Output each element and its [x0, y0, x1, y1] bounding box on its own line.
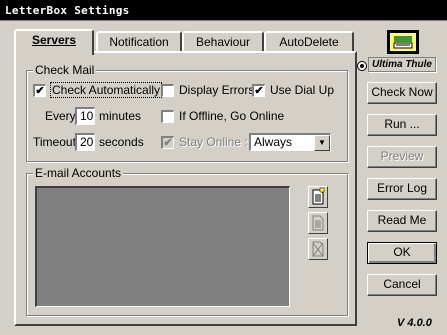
if-offline-label[interactable]: If Offline, Go Online	[179, 109, 284, 123]
check-mail-group: Check Mail ✔ Check Automatically Display…	[26, 63, 348, 162]
email-accounts-list[interactable]	[35, 186, 290, 307]
chevron-down-icon[interactable]: ▼	[314, 135, 330, 151]
stay-online-label: Stay Online :	[179, 135, 248, 149]
letterbox-logo-icon	[386, 29, 420, 55]
run-button[interactable]: Run ...	[367, 114, 437, 136]
minutes-label: minutes	[99, 109, 142, 123]
title-bar[interactable]: LetterBox Settings	[0, 0, 447, 21]
ok-button[interactable]: OK	[367, 242, 437, 264]
tab-servers[interactable]: Servers	[14, 29, 94, 55]
delete-account-icon	[312, 241, 324, 257]
cancel-button[interactable]: Cancel	[367, 274, 437, 296]
delete-account-button[interactable]	[308, 238, 328, 260]
preview-button[interactable]: Preview	[367, 146, 437, 168]
tab-behaviour[interactable]: Behaviour	[182, 31, 264, 53]
every-interval-input[interactable]: 10	[75, 107, 95, 125]
error-log-button[interactable]: Error Log	[367, 178, 437, 200]
stay-online-select-value: Always	[254, 135, 293, 149]
new-account-icon	[312, 187, 325, 205]
stay-online-select[interactable]: Always ▼	[249, 133, 331, 151]
use-dial-up-label[interactable]: Use Dial Up	[270, 83, 334, 97]
tab-autodelete[interactable]: AutoDelete	[264, 31, 354, 53]
new-account-button[interactable]	[308, 186, 328, 208]
check-automatically-checkbox[interactable]: ✔	[33, 84, 46, 97]
ultima-thule-radio-icon	[356, 60, 368, 72]
timeout-input[interactable]: 20	[75, 133, 95, 151]
read-me-button[interactable]: Read Me	[367, 210, 437, 232]
every-label: Every	[45, 109, 76, 123]
tab-servers-label: Servers	[31, 33, 77, 47]
tab-notification[interactable]: Notification	[96, 31, 182, 53]
seconds-label: seconds	[99, 135, 144, 149]
email-accounts-group: E-mail Accounts	[26, 166, 348, 316]
window-title: LetterBox Settings	[5, 4, 130, 17]
version-label: V 4.0.0	[397, 317, 432, 329]
tab-notification-label: Notification	[109, 35, 169, 49]
tab-behaviour-label: Behaviour	[195, 35, 251, 49]
tab-autodelete-label: AutoDelete	[279, 35, 339, 49]
check-automatically-label[interactable]: Check Automatically	[49, 82, 163, 98]
display-errors-label[interactable]: Display Errors	[179, 83, 254, 97]
stay-online-checkbox[interactable]: ✔	[161, 136, 174, 149]
edit-account-button[interactable]	[308, 212, 328, 234]
edit-account-icon	[312, 215, 324, 231]
email-accounts-group-label: E-mail Accounts	[33, 166, 124, 180]
use-dial-up-checkbox[interactable]: ✔	[252, 84, 265, 97]
if-offline-checkbox[interactable]	[161, 110, 174, 123]
display-errors-checkbox[interactable]	[161, 84, 174, 97]
servers-tab-panel: Check Mail ✔ Check Automatically Display…	[14, 51, 357, 326]
check-mail-group-label: Check Mail	[33, 63, 97, 77]
timeout-label: Timeout	[33, 135, 76, 149]
brand-label[interactable]: Ultima Thule	[368, 57, 436, 72]
check-now-button[interactable]: Check Now	[367, 82, 437, 104]
